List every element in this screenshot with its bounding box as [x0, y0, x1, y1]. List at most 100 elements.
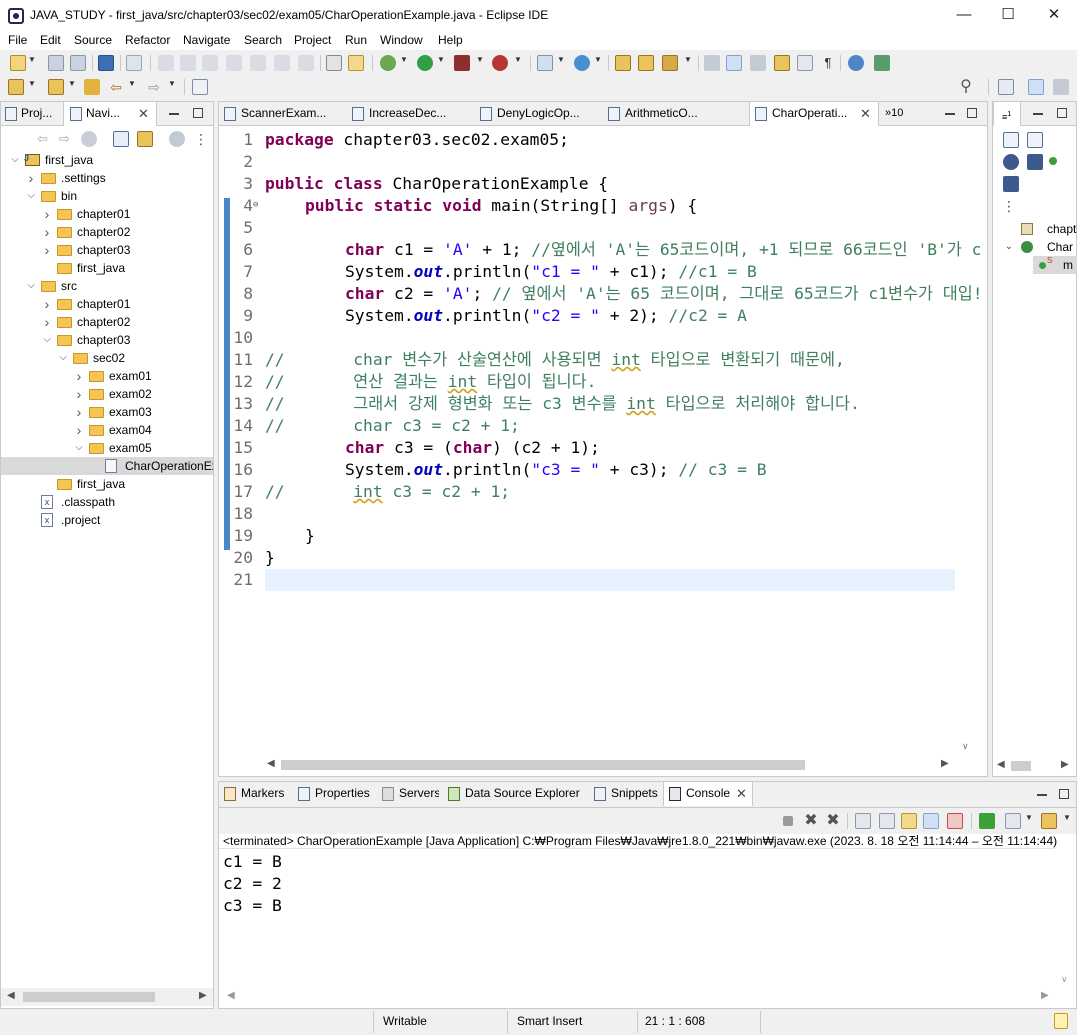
- menu-source[interactable]: Source: [74, 33, 112, 47]
- chevron-right-icon[interactable]: ›: [73, 403, 85, 421]
- external-tools-dropdown-icon[interactable]: ▼: [514, 55, 522, 64]
- show-whitespace-icon[interactable]: [774, 55, 790, 71]
- scroll-left-icon[interactable]: ◀: [997, 759, 1005, 770]
- tab-overflow[interactable]: »10: [881, 102, 925, 126]
- scroll-left-icon[interactable]: ◀: [267, 758, 275, 769]
- console-horizontal-scrollbar[interactable]: ◀ ▶: [219, 988, 1059, 1006]
- menu-help[interactable]: Help: [438, 33, 463, 47]
- outline-collapse-icon[interactable]: [1003, 132, 1019, 148]
- minimize-view-icon[interactable]: [1037, 794, 1047, 796]
- new-project-dropdown-icon[interactable]: ▼: [557, 55, 565, 64]
- remove-launch-icon[interactable]: ✖: [803, 813, 819, 829]
- previous-annotation-icon[interactable]: [48, 79, 64, 95]
- skip-breakpoints-icon[interactable]: [126, 55, 142, 71]
- view-menu-icon[interactable]: ⋮: [1001, 198, 1017, 214]
- tree-item[interactable]: x .project: [1, 511, 213, 529]
- tab-outline[interactable]: ≡1: [993, 102, 1021, 126]
- toggle-word-wrap-icon[interactable]: [726, 55, 742, 71]
- hide-fields-icon[interactable]: [1003, 154, 1019, 170]
- back-icon[interactable]: ⇦: [37, 131, 53, 147]
- minimize-button[interactable]: —: [941, 0, 987, 31]
- next-annotation-icon[interactable]: [8, 79, 24, 95]
- maximize-view-icon[interactable]: [1057, 108, 1067, 118]
- display-console-dropdown-icon[interactable]: ▼: [1025, 813, 1033, 822]
- new-dropdown-icon[interactable]: ▼: [28, 55, 36, 64]
- tab-project-explorer[interactable]: Proj...: [1, 102, 63, 126]
- scroll-down-icon[interactable]: ∨: [962, 741, 969, 752]
- forward-dropdown-icon[interactable]: ▼: [168, 79, 176, 88]
- tab-increase-decrease[interactable]: IncreaseDec...: [347, 102, 475, 126]
- open-type-icon[interactable]: [615, 55, 631, 71]
- new-class-icon[interactable]: [574, 55, 590, 71]
- minimize-view-icon[interactable]: [1033, 113, 1043, 115]
- tab-servers[interactable]: Servers: [377, 782, 439, 806]
- scroll-lock-icon[interactable]: [879, 813, 895, 829]
- filters-icon[interactable]: [169, 131, 185, 147]
- debug-icon[interactable]: [380, 55, 396, 71]
- chevron-down-icon[interactable]: ⌄: [1003, 238, 1015, 256]
- tree-item[interactable]: ⌵ sec02: [1, 349, 213, 367]
- chevron-right-icon[interactable]: ›: [25, 169, 37, 187]
- chevron-right-icon[interactable]: ›: [41, 313, 53, 331]
- tab-navigator[interactable]: Navi... ✕: [63, 102, 157, 126]
- chevron-down-icon[interactable]: ⌵: [9, 151, 21, 169]
- show-on-stdout-icon[interactable]: [923, 813, 939, 829]
- display-console-icon[interactable]: [1005, 813, 1021, 829]
- next-annotation-dropdown-icon[interactable]: ▼: [28, 79, 36, 88]
- console-output[interactable]: c1 = B c2 = 2 c3 = B: [219, 848, 1055, 988]
- maximize-view-icon[interactable]: [193, 108, 203, 118]
- scroll-down-icon[interactable]: ∨: [1061, 974, 1068, 985]
- editor-horizontal-scrollbar[interactable]: ◀ ▶: [265, 757, 955, 773]
- close-button[interactable]: ✕: [1031, 0, 1077, 31]
- forward-arrow-icon[interactable]: ⇨: [146, 79, 162, 95]
- save-icon[interactable]: [48, 55, 64, 71]
- scroll-left-icon[interactable]: ◀: [227, 990, 235, 1001]
- chevron-down-icon[interactable]: ⌵: [25, 277, 37, 295]
- chevron-down-icon[interactable]: ⌵: [41, 331, 53, 349]
- tab-console[interactable]: Console ✕: [663, 782, 753, 806]
- save-all-icon[interactable]: [70, 55, 86, 71]
- tree-item[interactable]: x .classpath: [1, 493, 213, 511]
- menu-refactor[interactable]: Refactor: [125, 33, 170, 47]
- forward-icon[interactable]: ⇨: [59, 131, 75, 147]
- page-icon[interactable]: [797, 55, 813, 71]
- clear-console-icon[interactable]: [855, 813, 871, 829]
- new-icon[interactable]: [10, 55, 26, 71]
- notification-icon[interactable]: [1054, 1013, 1068, 1029]
- close-icon[interactable]: ✕: [860, 102, 871, 125]
- java-perspective-icon[interactable]: [1028, 79, 1044, 95]
- tree-item[interactable]: CharOperationEx: [1, 457, 213, 475]
- outline-sort-icon[interactable]: [1027, 132, 1043, 148]
- tab-deny-logic[interactable]: DenyLogicOp...: [475, 102, 603, 126]
- step-over-icon[interactable]: [274, 55, 290, 71]
- open-console-icon[interactable]: [1041, 813, 1057, 829]
- hide-static-icon[interactable]: [1027, 154, 1043, 170]
- disconnect-icon[interactable]: [226, 55, 242, 71]
- cloud-icon[interactable]: [874, 55, 890, 71]
- tree-item[interactable]: ⌵ src: [1, 277, 213, 295]
- tree-item[interactable]: › .settings: [1, 169, 213, 187]
- close-icon[interactable]: ✕: [736, 782, 747, 805]
- show-on-stderr-icon[interactable]: [947, 813, 963, 829]
- word-wrap-icon[interactable]: [901, 813, 917, 829]
- scroll-right-icon[interactable]: ▶: [941, 758, 949, 769]
- tab-data-source-explorer[interactable]: Data Source Explorer: [443, 782, 585, 806]
- pilcrow-icon[interactable]: ¶: [820, 55, 836, 71]
- coverage-dropdown-icon[interactable]: ▼: [476, 55, 484, 64]
- tree-item[interactable]: › exam01: [1, 367, 213, 385]
- terminate-icon[interactable]: [202, 55, 218, 71]
- tab-scanner-example[interactable]: ScannerExam...: [219, 102, 347, 126]
- open-perspective-icon[interactable]: [998, 79, 1014, 95]
- tree-item[interactable]: ⌵ exam05: [1, 439, 213, 457]
- tree-item[interactable]: ⌵ bin: [1, 187, 213, 205]
- search-tool-icon[interactable]: [662, 55, 678, 71]
- code-area[interactable]: 1 2 3 4 5 6 7 8 9 10 11 12 13 14 15 16 17 18 19 20 21 packag…: [219, 129, 982, 759]
- terminal-icon[interactable]: [98, 55, 114, 71]
- minimize-view-icon[interactable]: [169, 113, 179, 115]
- chevron-down-icon[interactable]: ⌵: [25, 187, 37, 205]
- use-step-filters-icon[interactable]: [326, 55, 342, 71]
- coverage-icon[interactable]: [454, 55, 470, 71]
- run-dropdown-icon[interactable]: ▼: [437, 55, 445, 64]
- tree-item[interactable]: › chapter02: [1, 313, 213, 331]
- chevron-right-icon[interactable]: ›: [41, 241, 53, 259]
